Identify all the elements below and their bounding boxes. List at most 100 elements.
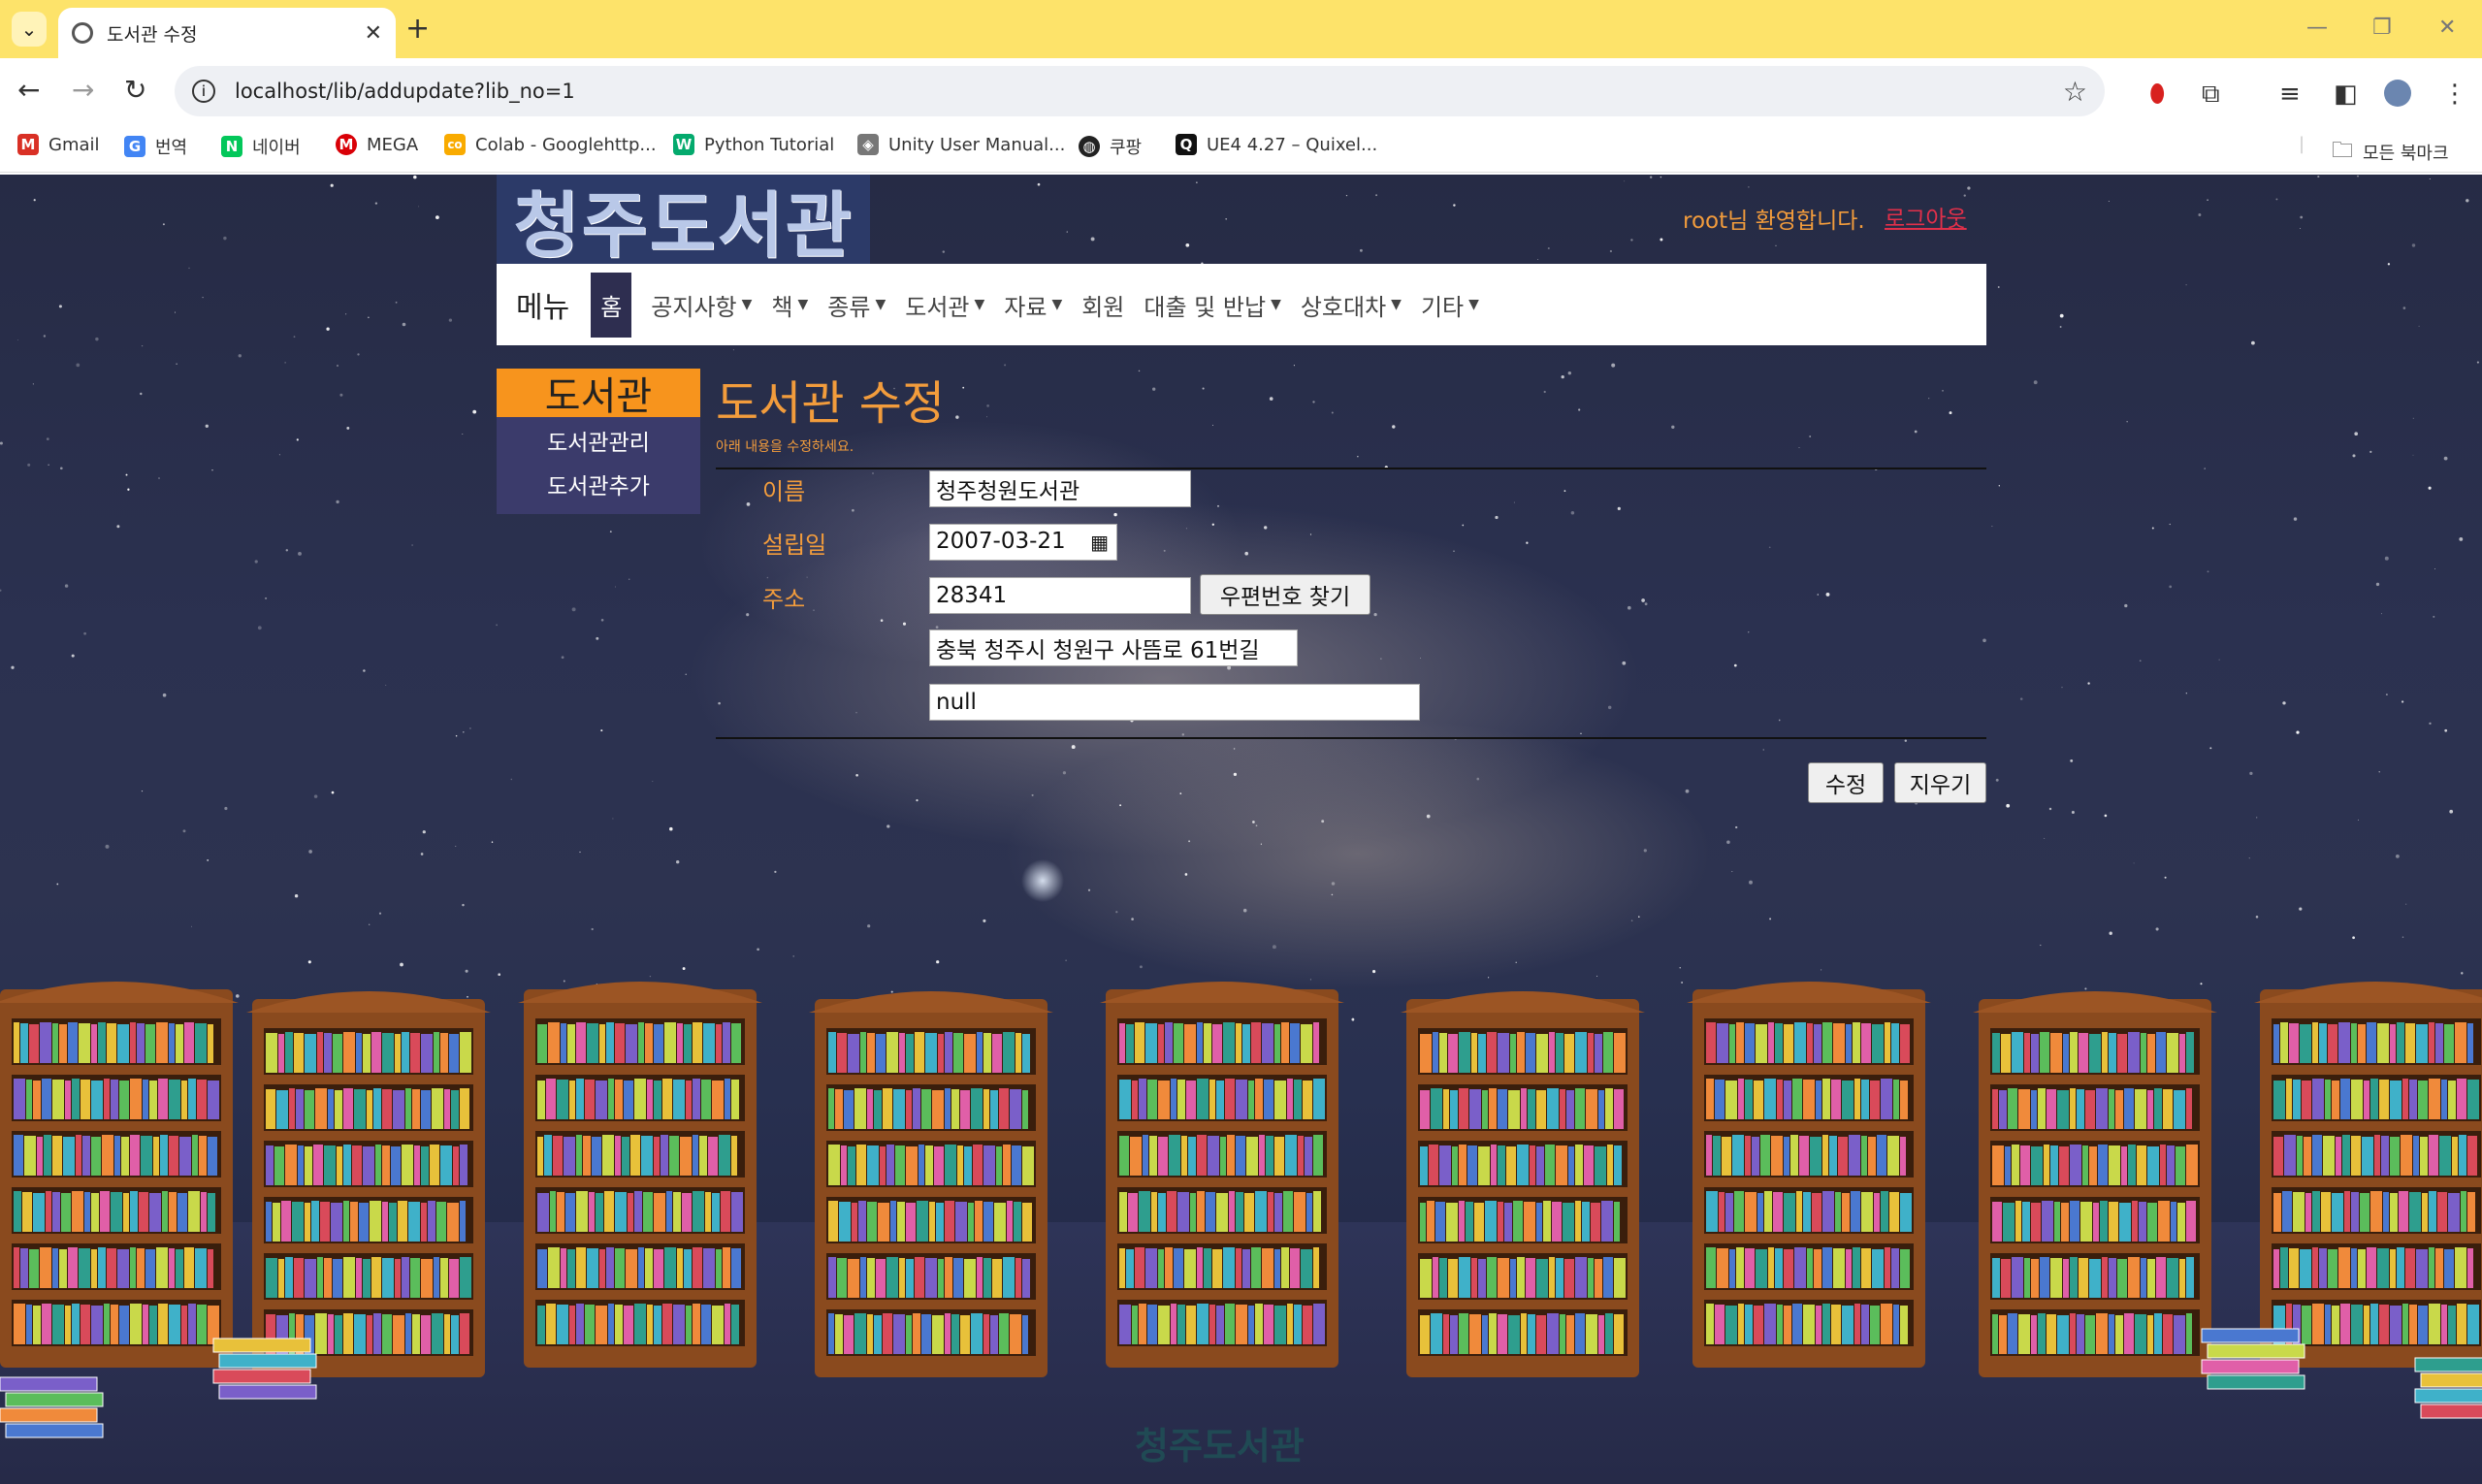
forward-arrow-icon[interactable]: → xyxy=(72,74,94,106)
bookmark-unity[interactable]: ◈ Unity User Manual... xyxy=(857,134,1065,155)
new-tab-plus-icon[interactable]: + xyxy=(405,12,430,46)
reload-icon[interactable]: ↻ xyxy=(124,74,146,106)
nav-item-materials[interactable]: 자료 ▼ xyxy=(1004,288,1062,322)
star xyxy=(1638,916,1640,918)
star xyxy=(141,344,144,347)
media-control-icon[interactable]: ≡ xyxy=(2279,80,2301,109)
back-arrow-icon[interactable]: ← xyxy=(17,74,40,106)
star xyxy=(2251,340,2255,345)
clear-button[interactable]: 지우기 xyxy=(1894,762,1986,803)
calendar-icon[interactable]: ▦ xyxy=(1090,531,1109,554)
bookmark-star-icon[interactable]: ☆ xyxy=(2063,76,2087,108)
bookmark-label: Unity User Manual... xyxy=(888,134,1066,155)
star xyxy=(1733,663,1737,667)
founded-date-value: 2007-03-21 xyxy=(936,529,1066,554)
star xyxy=(1426,814,1431,819)
star xyxy=(296,438,299,441)
form-bottom-divider xyxy=(716,737,1986,739)
star xyxy=(1726,840,1730,845)
logout-link[interactable]: 로그아웃 xyxy=(1885,200,1967,233)
side-panel-icon[interactable]: ◧ xyxy=(2334,80,2358,109)
nav-item-label: 홈 xyxy=(600,293,623,321)
sidebar-item-library-add[interactable]: 도서관추가 xyxy=(497,466,700,509)
navbar-brand[interactable]: 메뉴 xyxy=(516,283,569,326)
address-bar[interactable]: i localhost/lib/addupdate?lib_no=1 ☆ xyxy=(175,66,2105,116)
star xyxy=(27,463,31,467)
star xyxy=(238,354,242,358)
bookmark-gmail[interactable]: M Gmail xyxy=(17,134,100,155)
star xyxy=(1181,733,1185,736)
star xyxy=(1515,961,1517,963)
find-zipcode-button[interactable]: 우편번호 찾기 xyxy=(1200,574,1370,615)
star xyxy=(1567,371,1571,375)
name-input[interactable] xyxy=(929,470,1191,507)
star xyxy=(986,404,989,407)
star xyxy=(591,927,594,931)
tab-search-chevron-icon[interactable]: ⌄ xyxy=(12,12,47,47)
address-detail-input[interactable] xyxy=(929,684,1420,721)
all-bookmarks[interactable]: 🗀 모든 북마크 xyxy=(2332,134,2449,171)
star xyxy=(774,870,777,874)
address-url[interactable]: localhost/lib/addupdate?lib_no=1 xyxy=(235,80,575,103)
tab-title: 도서관 수정 xyxy=(107,23,198,46)
star xyxy=(1607,705,1612,710)
star xyxy=(1768,546,1771,549)
nav-item-loans[interactable]: 대출 및 반납 ▼ xyxy=(1144,288,1280,322)
bookmark-python[interactable]: W Python Tutorial xyxy=(673,134,834,155)
star xyxy=(1233,748,1236,750)
nav-item-members[interactable]: 회원 xyxy=(1081,288,1124,322)
extensions-puzzle-icon[interactable]: ⧉ xyxy=(2202,80,2220,110)
bookmark-coupang[interactable]: ◍ 쿠팡 xyxy=(1079,134,1142,159)
nav-item-label: 도서관 xyxy=(905,293,970,321)
bookmark-naver[interactable]: N 네이버 xyxy=(221,134,301,159)
founded-date-input[interactable]: 2007-03-21 ▦ xyxy=(929,524,1117,561)
nav-item-etc[interactable]: 기타 ▼ xyxy=(1421,288,1479,322)
nav-item-category[interactable]: 종류 ▼ xyxy=(827,288,886,322)
opera-extension-icon[interactable]: ⬮ xyxy=(2149,80,2165,110)
restore-icon[interactable]: ❐ xyxy=(2372,16,2392,40)
book-stack xyxy=(0,1407,98,1423)
bookmark-quixel[interactable]: Q UE4 4.27 – Quixel... xyxy=(1176,134,1377,155)
star xyxy=(1225,217,1228,220)
star xyxy=(1904,739,1908,742)
submit-update-button[interactable]: 수정 xyxy=(1808,762,1884,803)
star xyxy=(2405,903,2407,905)
nav-item-notice[interactable]: 공지사항 ▼ xyxy=(651,288,752,322)
address-input[interactable] xyxy=(929,629,1298,666)
bookmark-translate[interactable]: G 번역 xyxy=(124,134,187,159)
star xyxy=(1809,436,1812,437)
minimize-icon[interactable]: — xyxy=(2306,16,2328,40)
star xyxy=(2108,200,2110,202)
bookmark-label: 네이버 xyxy=(252,138,301,158)
star xyxy=(1580,732,1582,735)
form-top-divider xyxy=(716,468,1986,469)
star xyxy=(2443,456,2448,461)
nav-item-library[interactable]: 도서관 ▼ xyxy=(905,288,984,322)
bookmark-mega[interactable]: M MEGA xyxy=(336,134,418,155)
star xyxy=(1561,374,1564,379)
nav-item-home[interactable]: 홈 xyxy=(591,272,632,338)
star xyxy=(2402,306,2406,309)
star xyxy=(1264,526,1268,530)
site-logo[interactable]: 청주도서관 xyxy=(497,175,870,268)
zipcode-input[interactable] xyxy=(929,577,1191,614)
nav-item-interlibrary[interactable]: 상호대차 ▼ xyxy=(1301,288,1402,322)
book-stack xyxy=(2420,1403,2482,1419)
star xyxy=(746,502,751,506)
window-close-icon[interactable]: ✕ xyxy=(2438,16,2456,40)
star xyxy=(1004,364,1007,367)
star xyxy=(462,903,465,907)
star xyxy=(2384,556,2389,561)
star xyxy=(413,175,417,179)
nav-item-book[interactable]: 책 ▼ xyxy=(771,288,808,322)
star xyxy=(294,894,299,898)
profile-avatar[interactable] xyxy=(2384,80,2411,107)
tab-close-icon[interactable]: ✕ xyxy=(365,21,382,46)
site-info-icon[interactable]: i xyxy=(192,80,215,103)
bookmark-colab[interactable]: co Colab - Googlehttp... xyxy=(444,134,657,155)
browser-tab-active[interactable]: 도서관 수정 ✕ xyxy=(58,8,396,58)
kebab-menu-icon[interactable]: ⋮ xyxy=(2442,80,2467,109)
star xyxy=(1609,249,1613,253)
star xyxy=(127,488,130,491)
sidebar-item-library-manage[interactable]: 도서관관리 xyxy=(497,422,700,466)
